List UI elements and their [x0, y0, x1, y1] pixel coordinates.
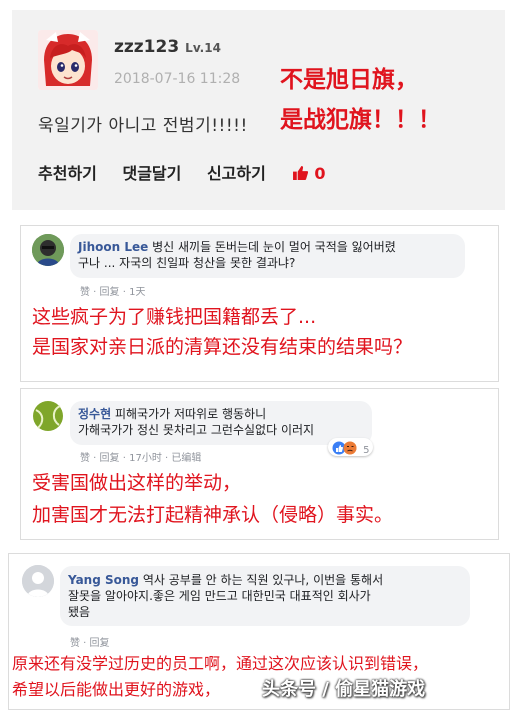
commenter-name-1[interactable]: Jihoon Lee [78, 240, 148, 254]
recommend-button[interactable]: 추천하기 [38, 164, 97, 183]
watermark: 头条号 / 偷星猫游戏 [262, 679, 426, 700]
commenter-name-3[interactable]: Yang Song [68, 573, 139, 587]
commenter-avatar-1[interactable] [32, 234, 64, 266]
post-body: 욱일기가 아니고 전범기!!!!! [38, 116, 248, 136]
comment-text-2-line-2: 가해국가가 정신 못차리고 그런수실없다 이러지 [78, 423, 315, 437]
post-actions: 추천하기 댓글달기 신고하기 0 [38, 160, 326, 184]
commenter-avatar-3[interactable] [22, 565, 54, 597]
annotation-comment-3-line-2: 希望以后能做出更好的游戏， [12, 680, 221, 699]
comment-meta-3: 赞 · 回复 [70, 638, 110, 649]
annotation-comment-2-line-2: 加害国才无法打起精神承认（侵略）事实。 [32, 504, 394, 526]
comment-reply-link-2[interactable]: 回复 [100, 453, 120, 464]
report-button[interactable]: 신고하기 [207, 164, 266, 183]
default-profile-icon [22, 565, 54, 597]
comment-meta-1: 赞 · 回复 · 1天 [80, 287, 146, 298]
comment-text-3: Yang Song 역사 공부를 안 하는 직원 있구나, 이번을 통해서 잘못… [68, 572, 468, 620]
annotation-comment-2-line-1: 受害国做出这样的举动， [32, 472, 242, 494]
comment-text-1: Jihoon Lee 병신 새끼들 돈버는데 눈이 멀어 국적을 잃어버렸 구나… [78, 239, 463, 271]
profile-photo-icon [32, 234, 64, 266]
comment-text-3-line-3: 됐음 [68, 605, 91, 619]
comment-reply-link-3[interactable]: 回复 [90, 638, 110, 649]
commenter-avatar-2[interactable] [32, 400, 64, 432]
comment-bubble-1: Jihoon Lee 병신 새끼들 돈버는데 눈이 멀어 국적을 잃어버렸 구나… [70, 234, 465, 278]
annotation-comment-3-line-1: 原来还有没学过历史的员工啊，通过这次应该认识到错误， [12, 654, 429, 673]
post-timestamp: 2018-07-16 11:28 [114, 71, 241, 87]
comment-text-2-line-1: 피해국가가 저따위로 행동하니 [114, 407, 267, 421]
comment-text-3-line-2: 잘못을 알아야지.좋은 게임 만드고 대한민국 대표적인 회사가 [68, 589, 371, 603]
user-level: Lv.14 [185, 41, 221, 55]
comment-time-1: 1天 [129, 287, 146, 298]
tennis-ball-avatar-icon [32, 400, 64, 432]
comment-edited-2[interactable]: 已编辑 [171, 453, 201, 464]
reply-button[interactable]: 댓글달기 [122, 164, 181, 183]
reactions-badge-2[interactable]: 5 [328, 438, 374, 456]
comment-meta-2: 赞 · 回复 · 17小时 · 已编辑 [80, 453, 202, 464]
like-button[interactable]: 0 [291, 164, 326, 183]
user-avatar[interactable] [38, 30, 98, 90]
username-text: zzz123 [114, 37, 180, 57]
annotation-comment-1-line-2: 是国家对亲日派的清算还没有结束的结果吗？ [32, 336, 413, 358]
comment-reply-link-1[interactable]: 回复 [100, 287, 120, 298]
comment-time-2: 17小时 [129, 453, 162, 464]
comment-like-link-3[interactable]: 赞 [70, 638, 80, 649]
annotation-line-2: 是战犯旗！！！ [280, 107, 441, 133]
comment-text-1-line-2: 구나 ... 자국의 친일파 청산을 못한 결과냐? [78, 256, 296, 270]
reactions-count-2: 5 [363, 445, 370, 456]
comment-text-1-line-1: 병신 새끼들 돈버는데 눈이 멀어 국적을 잃어버렸 [152, 240, 396, 254]
comment-like-link-2[interactable]: 赞 [80, 453, 90, 464]
comment-bubble-3: Yang Song 역사 공부를 안 하는 직원 있구나, 이번을 통해서 잘못… [60, 566, 470, 626]
annotation-line-1: 不是旭日旗， [280, 67, 418, 93]
comment-like-link-1[interactable]: 赞 [80, 287, 90, 298]
comment-bubble-2: 정수현 피해국가가 저따위로 행동하니 가해국가가 정신 못차리고 그런수실없다… [70, 401, 372, 445]
like-count: 0 [314, 164, 326, 183]
thumbs-up-icon [293, 166, 309, 180]
comment-text-2: 정수현 피해국가가 저따위로 행동하니 가해국가가 정신 못차리고 그런수실없다… [78, 406, 373, 438]
comment-text-3-line-1: 역사 공부를 안 하는 직원 있구나, 이번을 통해서 [142, 573, 384, 587]
commenter-name-2[interactable]: 정수현 [78, 407, 111, 421]
username[interactable]: zzz123 Lv.14 [114, 37, 221, 57]
like-and-angry-reactions-icon [332, 441, 357, 455]
anime-avatar-icon [38, 30, 98, 90]
annotation-comment-1-line-1: 这些疯子为了赚钱把国籍都丢了... [32, 306, 317, 328]
